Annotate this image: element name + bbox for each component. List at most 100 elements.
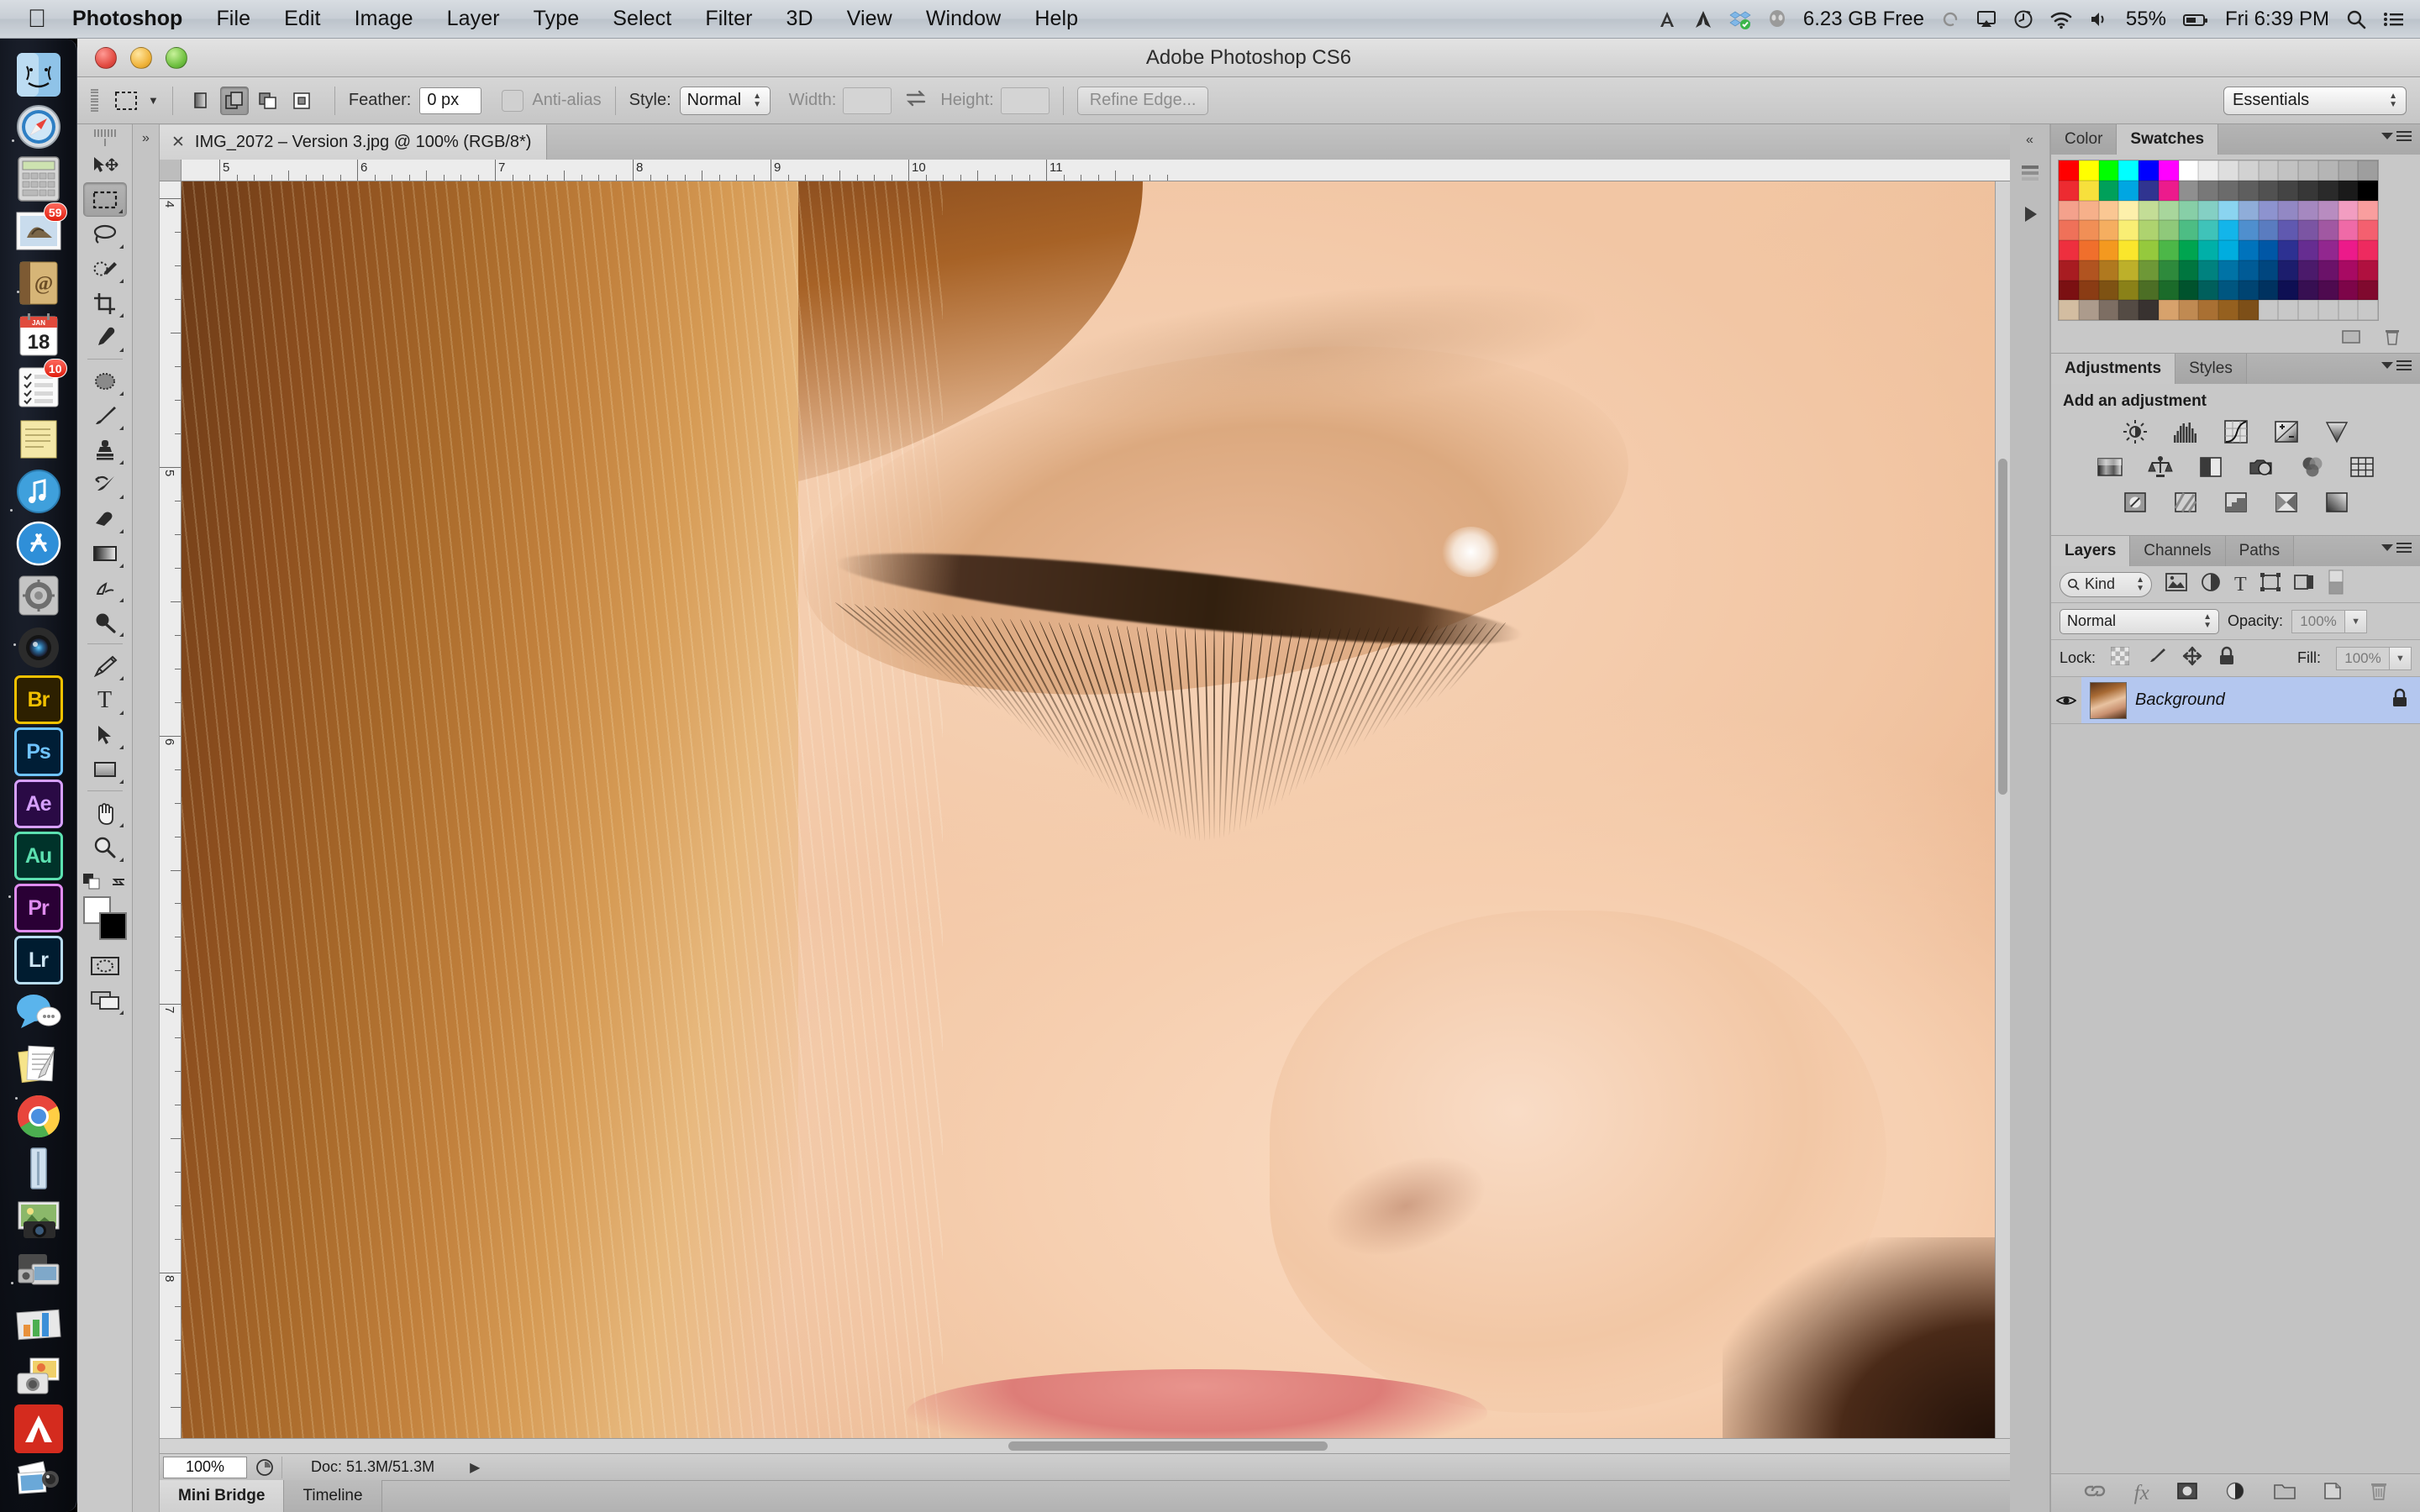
layer-blend-row[interactable]: Normal ▲ ▼ Opacity: 100% ▼: [2051, 603, 2420, 640]
swatch-cell[interactable]: [2317, 180, 2338, 201]
swatch-cell[interactable]: [2098, 160, 2119, 181]
delete-swatch-icon[interactable]: [2383, 328, 2402, 350]
background-color-swatch[interactable]: [98, 912, 127, 940]
swatch-cell[interactable]: [2139, 200, 2159, 221]
dock-item-photos-stack[interactable]: [14, 1457, 63, 1505]
swap-colors-icon[interactable]: [109, 873, 128, 891]
swatch-cell[interactable]: [2139, 160, 2159, 181]
filter-adjustment-icon[interactable]: [2201, 572, 2221, 596]
selection-mode-group[interactable]: [187, 86, 321, 115]
link-layers-icon[interactable]: [2083, 1483, 2107, 1504]
swatch-cell[interactable]: [2338, 300, 2359, 320]
swatch-cell[interactable]: [2158, 240, 2179, 260]
swatch-cell[interactable]: [2338, 200, 2359, 221]
layers-panel-tabs[interactable]: Layers Channels Paths: [2051, 536, 2420, 566]
dock-item-reminders[interactable]: 10: [14, 359, 67, 412]
swatches-panel-tabs[interactable]: Color Swatches: [2051, 124, 2420, 155]
swatch-cell[interactable]: [2059, 260, 2079, 281]
layer-style-fx-icon[interactable]: fx: [2134, 1483, 2149, 1504]
swatch-cell[interactable]: [2278, 200, 2298, 221]
clone-stamp-tool[interactable]: [83, 433, 127, 467]
new-group-icon[interactable]: [2273, 1482, 2296, 1504]
feather-input[interactable]: 0 px: [419, 87, 482, 114]
swatch-cell[interactable]: [2258, 280, 2279, 301]
dock-item-calculator[interactable]: [14, 155, 63, 203]
dock-item-adobe-creative-cloud[interactable]: [13, 1404, 63, 1453]
dock-item-adobe-bridge[interactable]: Br: [13, 675, 63, 724]
dock-item-photo-booth[interactable]: [14, 623, 63, 672]
swatch-cell[interactable]: [2078, 280, 2099, 301]
swatch-cell[interactable]: [2278, 180, 2298, 201]
swatch-cell[interactable]: [2317, 280, 2338, 301]
layer-lock-row[interactable]: Lock: Fill: 100% ▼: [2051, 640, 2420, 677]
swatch-cell[interactable]: [2338, 220, 2359, 240]
invert-icon[interactable]: [2121, 488, 2149, 517]
spot-healing-brush-tool[interactable]: [83, 364, 127, 398]
document-tab[interactable]: ✕ IMG_2072 – Version 3.jpg @ 100% (RGB/8…: [160, 124, 548, 160]
swatch-cell[interactable]: [2278, 300, 2298, 320]
swatch-cell[interactable]: [2238, 260, 2259, 281]
canvas-vertical-scrollbar[interactable]: [1995, 181, 2010, 1438]
swatch-cell[interactable]: [2059, 200, 2079, 221]
bottom-panel-tabs[interactable]: Mini Bridge Timeline: [160, 1480, 2010, 1512]
dock-item-adobe-audition[interactable]: Au: [13, 832, 63, 880]
quick-selection-tool[interactable]: [83, 251, 127, 286]
posterize-icon[interactable]: [2171, 488, 2200, 517]
swatch-cell[interactable]: [2358, 240, 2378, 260]
swatch-cell[interactable]: [2238, 220, 2259, 240]
swatch-cell[interactable]: [2059, 280, 2079, 301]
wifi-icon[interactable]: [2050, 9, 2072, 29]
dock-item-messages[interactable]: [14, 988, 63, 1037]
status-options-arrow-icon[interactable]: ▶: [463, 1459, 487, 1476]
swatch-cell[interactable]: [2059, 300, 2079, 320]
color-lookup-icon[interactable]: [2348, 453, 2376, 481]
dock-item-app-store[interactable]: [14, 519, 63, 568]
swatch-cell[interactable]: [2218, 240, 2238, 260]
swatch-cell[interactable]: [2258, 180, 2279, 201]
fill-input[interactable]: 100%: [2336, 646, 2390, 670]
swatch-cell[interactable]: [2078, 260, 2099, 281]
swatch-cell[interactable]: [2218, 200, 2238, 221]
dock-item-image-capture[interactable]: [14, 1248, 63, 1297]
close-tab-icon[interactable]: ✕: [171, 133, 185, 152]
gradient-tool[interactable]: [83, 536, 127, 570]
swatch-cell[interactable]: [2178, 300, 2199, 320]
swatch-cell[interactable]: [2059, 220, 2079, 240]
dodge-tool[interactable]: [83, 605, 127, 639]
swatch-cell[interactable]: [2258, 200, 2279, 221]
layer-thumbnail[interactable]: [2090, 681, 2127, 719]
tab-channels[interactable]: Channels: [2130, 536, 2226, 566]
timemachine-spinner-icon[interactable]: [1941, 9, 1960, 29]
layer-visibility-toggle[interactable]: [2051, 677, 2081, 723]
swatch-cell[interactable]: [2278, 240, 2298, 260]
filter-pixel-icon[interactable]: [2165, 573, 2187, 596]
swatch-cell[interactable]: [2059, 240, 2079, 260]
dock-item-system-preferences[interactable]: [14, 571, 63, 620]
swatch-cell[interactable]: [2078, 160, 2099, 181]
swatch-cell[interactable]: [2218, 220, 2238, 240]
swatch-cell[interactable]: [2358, 200, 2378, 221]
swatch-cell[interactable]: [2118, 300, 2139, 320]
dock-item-preview[interactable]: [14, 1352, 63, 1401]
swatch-cell[interactable]: [2098, 300, 2119, 320]
swatch-cell[interactable]: [2338, 160, 2359, 181]
canvas-horizontal-scrollbar[interactable]: [160, 1438, 2010, 1453]
tool-preset-caret-icon[interactable]: ▼: [148, 94, 159, 107]
filter-toggle-icon[interactable]: [2328, 570, 2344, 599]
filter-smart-object-icon[interactable]: [2293, 573, 2314, 596]
expand-dock-icon[interactable]: «: [2026, 133, 2033, 148]
tab-styles[interactable]: Styles: [2175, 354, 2247, 384]
swatches-grid[interactable]: [2058, 160, 2379, 321]
vertical-ruler[interactable]: 4 5 6 7 8: [160, 181, 182, 1438]
adjustments-row-3[interactable]: [2063, 488, 2408, 517]
dock-item-adobe-premiere[interactable]: Pr: [13, 884, 63, 932]
panel-menu-icon[interactable]: [2381, 360, 2412, 370]
dock-item-ibooks[interactable]: [14, 1144, 63, 1193]
workspace-select[interactable]: Essentials ▲ ▼: [2223, 86, 2407, 115]
swatch-cell[interactable]: [2238, 160, 2259, 181]
gradient-map-icon[interactable]: [2272, 488, 2301, 517]
hand-tool[interactable]: [83, 795, 127, 830]
swatch-cell[interactable]: [2338, 260, 2359, 281]
adobe-illustrator-icon[interactable]: [1657, 9, 1677, 29]
swatch-cell[interactable]: [2198, 280, 2218, 301]
